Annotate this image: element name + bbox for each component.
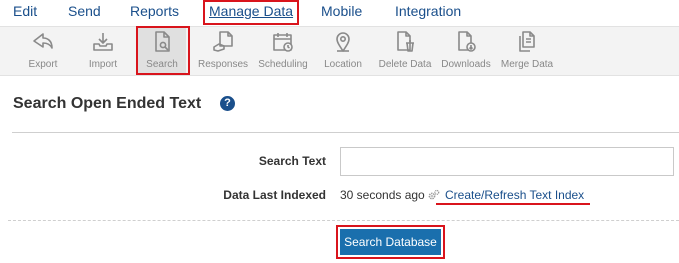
- calendar-icon: [273, 33, 293, 52]
- highlight-box-search: [136, 26, 190, 75]
- toolbar-import-label: Import: [88, 59, 118, 70]
- merge-documents-icon: [519, 31, 535, 52]
- toolbar-location-label: Location: [324, 59, 362, 70]
- toolbar-export-label: Export: [28, 59, 58, 70]
- highlight-box-search-database: [336, 225, 445, 259]
- toolbar-merge-data[interactable]: Merge Data: [499, 27, 555, 75]
- menu-item-mobile[interactable]: Mobile: [321, 3, 362, 19]
- import-icon: [93, 33, 113, 51]
- export-icon: [33, 33, 53, 49]
- toolbar-scheduling[interactable]: Scheduling: [255, 27, 311, 75]
- toolbar-scheduling-label: Scheduling: [258, 59, 308, 70]
- main-menu: Edit Send Reports Manage Data Mobile Int…: [0, 0, 679, 26]
- menu-item-reports[interactable]: Reports: [130, 3, 179, 19]
- gears-icon: [428, 189, 440, 200]
- download-document-icon: [458, 31, 476, 52]
- toolbar-delete-data-label: Delete Data: [378, 59, 432, 70]
- toolbar-export[interactable]: Export: [14, 27, 72, 75]
- menu-item-send[interactable]: Send: [68, 3, 101, 19]
- location-pin-icon: [336, 32, 350, 52]
- menu-item-edit[interactable]: Edit: [13, 3, 37, 19]
- toolbar-merge-data-label: Merge Data: [500, 59, 554, 70]
- create-refresh-index-link[interactable]: Create/Refresh Text Index: [445, 188, 584, 202]
- dashed-divider: [8, 220, 679, 221]
- page-title: Search Open Ended Text: [13, 95, 202, 112]
- data-last-indexed-value: 30 seconds ago: [340, 188, 425, 202]
- toolbar-downloads[interactable]: Downloads: [438, 27, 494, 75]
- highlight-underline-refresh-link: [436, 203, 590, 205]
- toolbar-location[interactable]: Location: [318, 27, 368, 75]
- help-icon[interactable]: ?: [220, 96, 235, 111]
- toolbar-delete-data[interactable]: Delete Data: [376, 27, 434, 75]
- responses-icon: [213, 31, 233, 52]
- toolbar-responses[interactable]: Responses: [196, 27, 250, 75]
- highlight-box-manage-data: [203, 0, 299, 25]
- delete-document-icon: [397, 31, 414, 52]
- menu-item-integration[interactable]: Integration: [395, 3, 461, 19]
- toolbar: Export Import Search Responses Schedulin…: [0, 26, 679, 76]
- search-text-input[interactable]: [340, 147, 674, 176]
- search-text-label: Search Text: [258, 154, 326, 168]
- data-last-indexed-label: Data Last Indexed: [223, 188, 326, 202]
- toolbar-responses-label: Responses: [197, 59, 249, 70]
- toolbar-import[interactable]: Import: [74, 27, 132, 75]
- divider: [12, 132, 679, 133]
- toolbar-downloads-label: Downloads: [441, 59, 491, 70]
